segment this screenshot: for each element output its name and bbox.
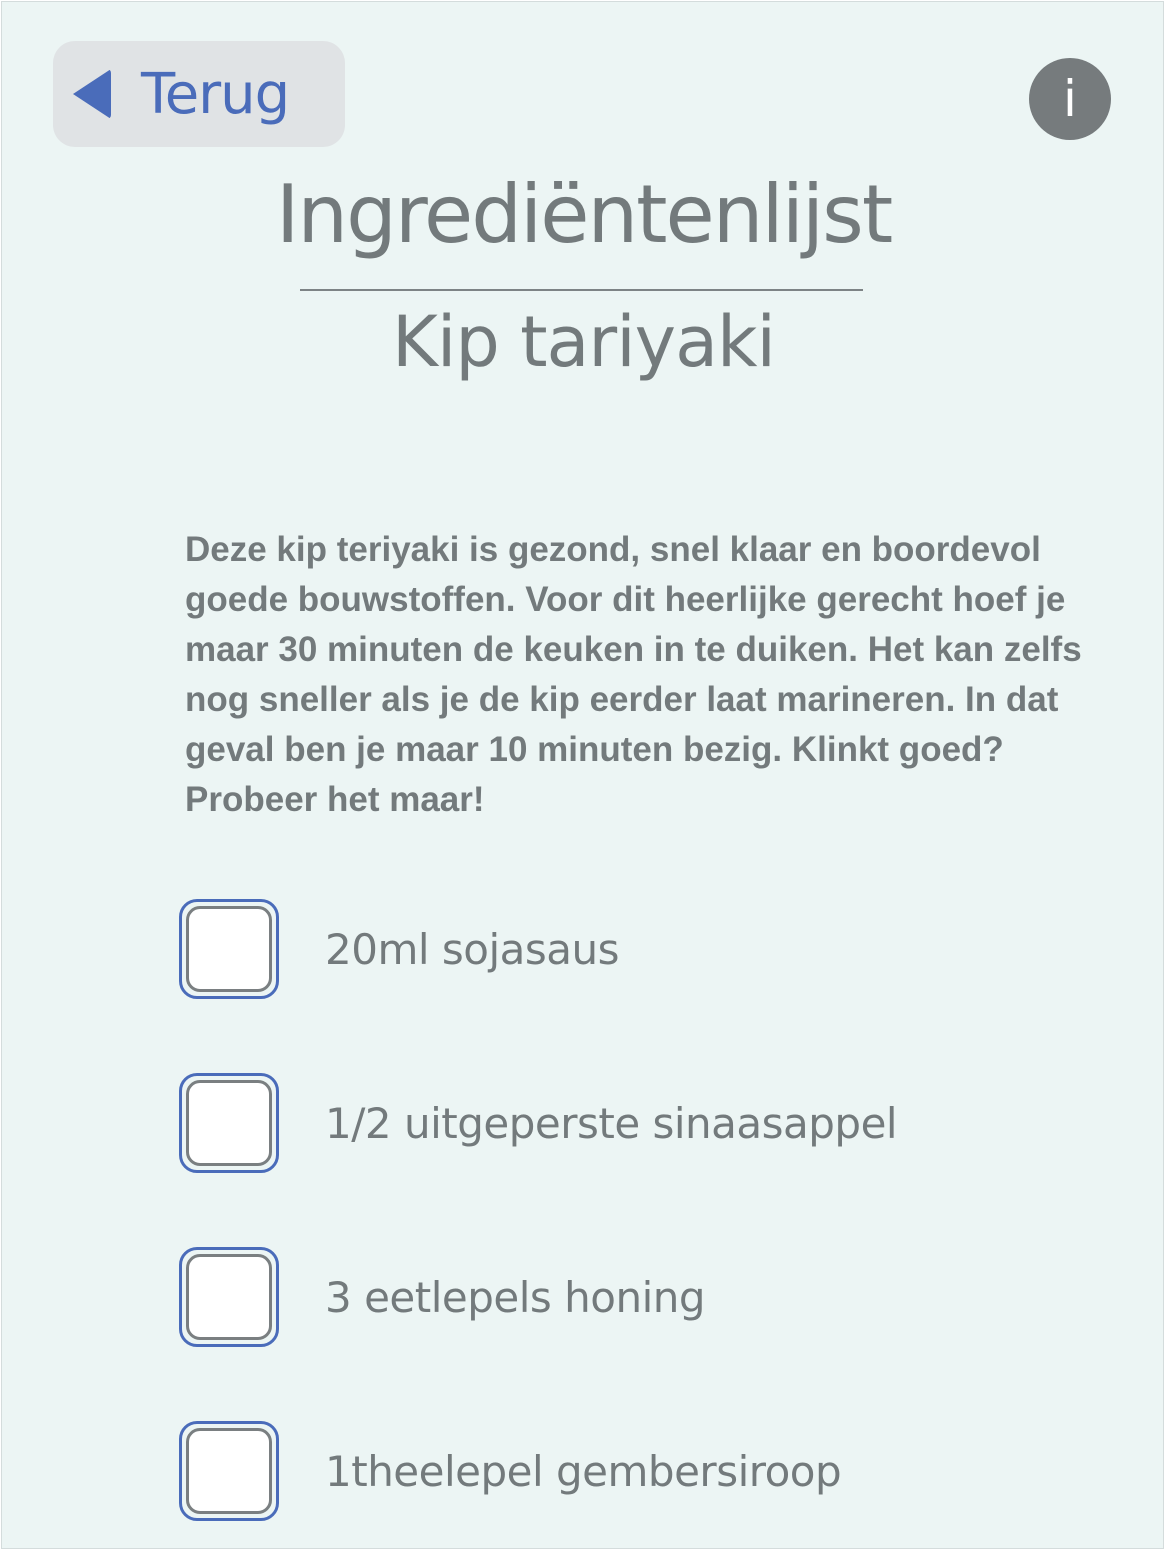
ingredient-checkbox[interactable] (179, 1421, 279, 1521)
ingredient-item[interactable]: 1/2 uitgeperste sinaasappel (179, 1073, 898, 1173)
ingredient-checkbox[interactable] (179, 899, 279, 999)
ingredient-screen: Terug i Ingrediëntenlijst Kip tariyaki D… (1, 1, 1164, 1549)
ingredient-label: 1/2 uitgeperste sinaasappel (325, 1098, 898, 1148)
back-button[interactable]: Terug (53, 41, 345, 147)
checkbox-inner (186, 1428, 272, 1514)
ingredient-label: 1theelepel gembersiroop (325, 1446, 842, 1496)
info-button[interactable]: i (1029, 58, 1111, 140)
ingredient-item[interactable]: 20ml sojasaus (179, 899, 619, 999)
checkbox-inner (186, 906, 272, 992)
ingredient-checkbox[interactable] (179, 1073, 279, 1173)
info-icon: i (1063, 70, 1077, 128)
ingredient-label: 3 eetlepels honing (325, 1272, 706, 1322)
ingredient-item[interactable]: 3 eetlepels honing (179, 1247, 706, 1347)
ingredient-item[interactable]: 1theelepel gembersiroop (179, 1421, 842, 1521)
page-title: Ingrediëntenlijst (275, 168, 893, 261)
title-divider (300, 289, 863, 291)
recipe-name: Kip tariyaki (392, 301, 776, 383)
recipe-description: Deze kip teriyaki is gezond, snel klaar … (185, 530, 1082, 819)
ingredient-label: 20ml sojasaus (325, 924, 619, 974)
ingredient-checkbox[interactable] (179, 1247, 279, 1347)
checkbox-inner (186, 1254, 272, 1340)
back-label: Terug (141, 61, 290, 127)
checkbox-inner (186, 1080, 272, 1166)
triangle-left-icon (73, 69, 111, 119)
